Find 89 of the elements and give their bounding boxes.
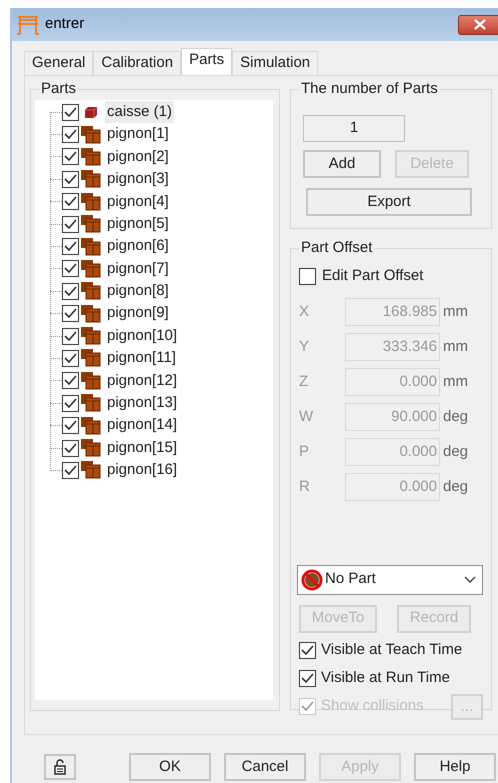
checkbox[interactable] <box>62 417 79 434</box>
tree-item[interactable]: pignon[5] <box>105 212 171 236</box>
boxes-icon <box>80 146 102 167</box>
checkbox[interactable] <box>62 238 79 256</box>
checkbox[interactable] <box>62 305 79 322</box>
tree-item[interactable]: pignon[15] <box>105 436 180 460</box>
tree-item[interactable]: pignon[12] <box>105 370 180 392</box>
checkbox[interactable] <box>62 462 79 479</box>
boxes-icon <box>80 326 102 346</box>
part-dropdown[interactable]: No Part <box>297 564 483 594</box>
axis-label: W <box>299 406 314 427</box>
tree-item[interactable]: pignon[7] <box>105 258 171 280</box>
axis-label: Z <box>299 372 310 392</box>
tree-item[interactable]: pignon[13] <box>105 392 180 415</box>
tree-item[interactable]: caisse (1) <box>105 100 174 124</box>
boxes-icon <box>80 281 102 302</box>
boxes-icon <box>80 348 102 368</box>
tree-item[interactable]: pignon[16] <box>105 459 180 482</box>
checkbox[interactable] <box>62 126 79 144</box>
close-button[interactable] <box>458 14 498 34</box>
axis-label: X <box>299 302 310 322</box>
boxes-icon <box>80 460 102 480</box>
checkbox-label: Visible at Teach Time <box>321 640 462 660</box>
checkbox[interactable] <box>62 440 79 457</box>
checkbox[interactable] <box>62 193 79 210</box>
tree-item[interactable]: pignon[6] <box>105 235 171 258</box>
count-field[interactable]: 1 <box>303 115 405 142</box>
tab[interactable]: Simulation <box>232 51 318 75</box>
tree-item[interactable]: pignon[8] <box>105 280 171 303</box>
boxes-icon <box>80 304 102 324</box>
lock-button[interactable] <box>44 754 76 780</box>
tab[interactable]: Parts <box>181 48 232 75</box>
chevron-down-icon <box>464 576 476 584</box>
boxes-icon <box>80 416 102 436</box>
tree-item[interactable]: pignon[4] <box>105 190 171 214</box>
boxes-icon <box>80 438 102 458</box>
tree-item[interactable]: pignon[11] <box>105 347 178 370</box>
box-icon <box>84 106 98 119</box>
tab[interactable]: General <box>24 51 94 75</box>
unit-label: mm <box>443 302 468 322</box>
checkbox[interactable] <box>299 268 316 285</box>
table-icon <box>16 14 40 36</box>
padlock-icon <box>54 759 66 775</box>
checkbox[interactable] <box>62 216 79 233</box>
dialog-button[interactable]: OK <box>129 753 211 781</box>
checkbox[interactable] <box>62 328 79 345</box>
checkbox[interactable] <box>299 670 316 687</box>
close-icon <box>474 19 486 30</box>
add-button[interactable]: Add <box>303 150 381 178</box>
checkbox[interactable] <box>62 394 79 412</box>
checkbox[interactable] <box>62 372 79 390</box>
unit-label: deg <box>443 442 468 462</box>
unit-label: mm <box>443 336 468 357</box>
boxes-icon <box>80 393 102 414</box>
tab[interactable]: Calibration <box>93 51 182 75</box>
checkbox[interactable] <box>62 148 79 166</box>
checkbox-label: Edit Part Offset <box>322 266 424 286</box>
tree-item[interactable]: pignon[10] <box>105 324 180 348</box>
boxes-icon <box>80 236 102 257</box>
dialog-button[interactable]: Help <box>414 753 496 781</box>
dropdown-value: No Part <box>325 569 376 590</box>
tree-item[interactable]: pignon[3] <box>105 168 171 191</box>
boxes-icon <box>80 192 102 212</box>
tree-item[interactable]: pignon[9] <box>105 302 171 325</box>
checkbox[interactable] <box>62 104 79 121</box>
unit-label: deg <box>443 476 468 497</box>
tree-item[interactable]: pignon[14] <box>105 414 180 437</box>
boxes-icon <box>80 214 102 234</box>
checkbox-label: Visible at Run Time <box>321 668 450 688</box>
boxes-icon <box>80 258 102 279</box>
checkbox[interactable] <box>299 642 316 659</box>
dialog-button[interactable]: Cancel <box>224 753 306 781</box>
unit-label: deg <box>443 406 468 427</box>
window-title: entrer <box>45 14 84 34</box>
axis-label: Y <box>299 336 310 357</box>
checkbox[interactable] <box>62 170 79 188</box>
boxes-icon <box>80 370 102 391</box>
checkbox[interactable] <box>62 260 79 278</box>
tree-item[interactable]: pignon[1] <box>105 123 171 146</box>
tree-item[interactable]: pignon[2] <box>105 146 171 168</box>
no-part-icon <box>300 568 324 590</box>
boxes-icon <box>80 124 102 145</box>
boxes-icon <box>80 169 102 190</box>
checkbox[interactable] <box>62 350 79 367</box>
axis-label: R <box>299 476 311 497</box>
checkbox[interactable] <box>62 282 79 300</box>
axis-label: P <box>299 442 310 462</box>
unit-label: mm <box>443 372 468 392</box>
export-button[interactable]: Export <box>306 188 472 216</box>
